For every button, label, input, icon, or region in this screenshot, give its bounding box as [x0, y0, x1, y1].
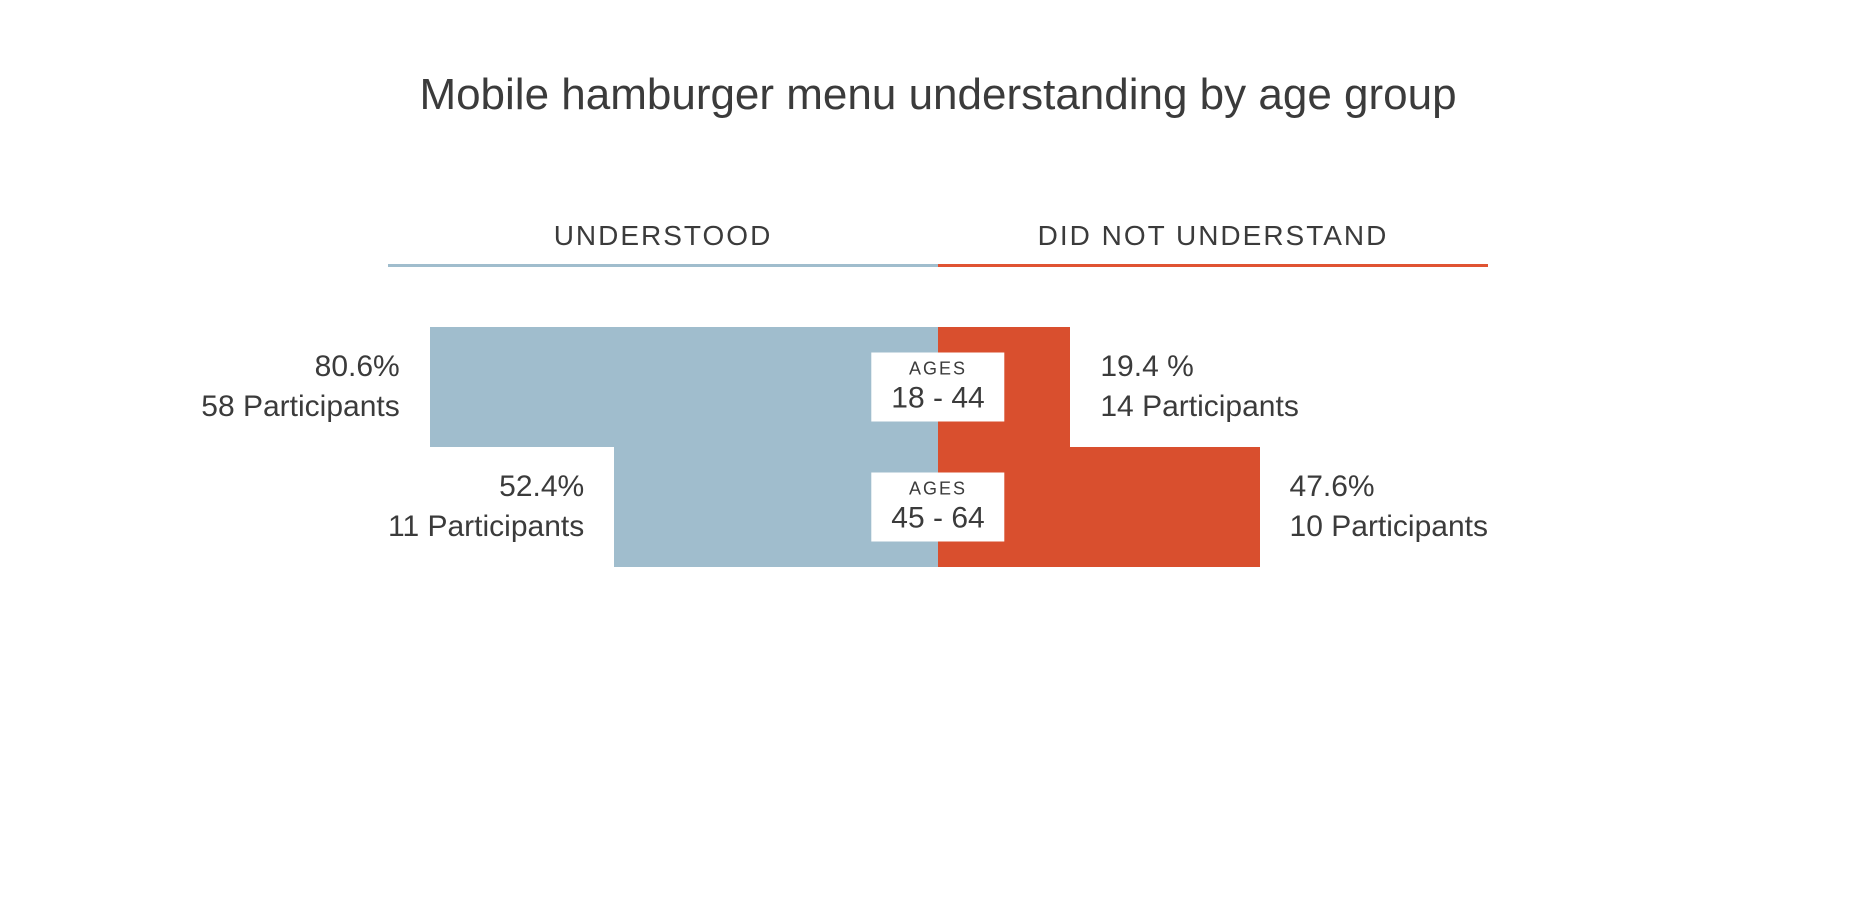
chart-legend: UNDERSTOOD DID NOT UNDERSTAND	[388, 220, 1488, 267]
bar-row-anchor: 80.6% 58 Participants 19.4 % 14 Particip…	[388, 327, 1488, 447]
bar-row-right-side: 47.6% 10 Participants	[938, 447, 1488, 567]
bar-row-anchor: 52.4% 11 Participants 47.6% 10 Participa…	[388, 447, 1488, 567]
legend-underline-understood	[388, 264, 938, 267]
bar-row-left-side: 52.4% 11 Participants	[388, 447, 938, 567]
age-badge-prefix: AGES	[891, 359, 984, 380]
understood-percent: 52.4%	[388, 467, 584, 508]
legend-not-understood: DID NOT UNDERSTAND	[938, 220, 1488, 267]
chart-container: Mobile hamburger menu understanding by a…	[238, 70, 1638, 567]
chart-title: Mobile hamburger menu understanding by a…	[238, 70, 1638, 120]
not-understood-participants: 10 Participants	[1290, 507, 1488, 548]
bar-row: 52.4% 11 Participants 47.6% 10 Participa…	[388, 447, 1488, 567]
understood-stats: 80.6% 58 Participants	[201, 347, 429, 428]
legend-understood-label: UNDERSTOOD	[388, 220, 938, 264]
bar-row: 80.6% 58 Participants 19.4 % 14 Particip…	[388, 327, 1488, 447]
understood-participants: 11 Participants	[388, 507, 584, 548]
bar-row-left-side: 80.6% 58 Participants	[201, 327, 938, 447]
age-badge-prefix: AGES	[891, 479, 984, 500]
age-badge: AGES 18 - 44	[871, 353, 1004, 422]
bar-rows: 80.6% 58 Participants 19.4 % 14 Particip…	[238, 327, 1638, 567]
legend-underline-not-understood	[938, 264, 1488, 267]
understood-bar	[430, 327, 938, 447]
not-understood-stats: 47.6% 10 Participants	[1260, 467, 1488, 548]
understood-participants: 58 Participants	[201, 387, 399, 428]
age-badge-range: 18 - 44	[891, 382, 984, 416]
understood-stats: 52.4% 11 Participants	[388, 467, 614, 548]
not-understood-percent: 19.4 %	[1100, 347, 1298, 388]
understood-percent: 80.6%	[201, 347, 399, 388]
not-understood-percent: 47.6%	[1290, 467, 1488, 508]
not-understood-participants: 14 Participants	[1100, 387, 1298, 428]
legend-not-understood-label: DID NOT UNDERSTAND	[938, 220, 1488, 264]
not-understood-stats: 19.4 % 14 Participants	[1070, 347, 1298, 428]
legend-anchor: UNDERSTOOD DID NOT UNDERSTAND	[388, 220, 1488, 267]
legend-understood: UNDERSTOOD	[388, 220, 938, 267]
age-badge: AGES 45 - 64	[871, 473, 1004, 542]
age-badge-range: 45 - 64	[891, 502, 984, 536]
